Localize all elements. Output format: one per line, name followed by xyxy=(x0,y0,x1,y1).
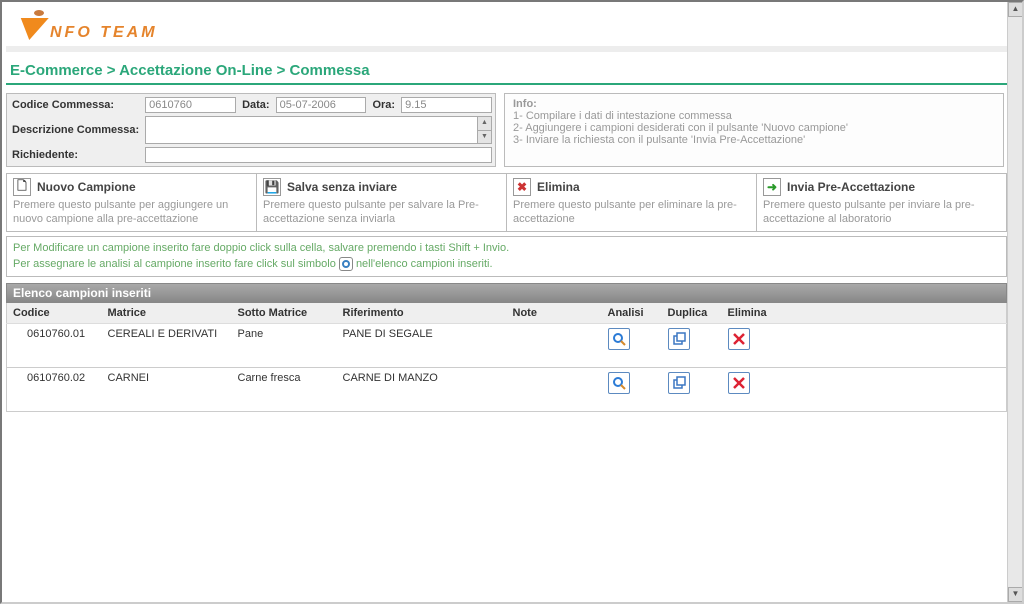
cell-rifer[interactable]: CARNE DI MANZO xyxy=(337,367,507,411)
hint-panel: Per Modificare un campione inserito fare… xyxy=(6,236,1007,277)
col-matrice: Matrice xyxy=(102,303,232,324)
richiedente-input[interactable] xyxy=(145,147,492,163)
elimina-row-icon[interactable] xyxy=(728,372,750,394)
hint-line-1: Per Modificare un campione inserito fare… xyxy=(13,242,509,254)
scroll-down-arrow[interactable]: ▼ xyxy=(1008,587,1023,602)
salva-button[interactable]: 💾Salva senza inviare Premere questo puls… xyxy=(257,174,507,231)
form-panel: Codice Commessa: Data: Ora: Descrizione … xyxy=(6,93,496,167)
table-row[interactable]: 0610760.02CARNEICarne frescaCARNE DI MAN… xyxy=(7,367,1007,411)
col-codice: Codice xyxy=(7,303,102,324)
hint-line-2b: nell'elenco campioni inseriti. xyxy=(356,258,493,270)
data-input[interactable] xyxy=(276,97,367,113)
send-icon: ➜ xyxy=(763,178,781,196)
delete-icon: ✖ xyxy=(513,178,531,196)
cell-sotto[interactable]: Carne fresca xyxy=(232,367,337,411)
list-header: Elenco campioni inseriti xyxy=(6,283,1007,303)
duplica-icon[interactable] xyxy=(668,372,690,394)
cell-codice[interactable]: 0610760.01 xyxy=(7,323,102,367)
cell-codice[interactable]: 0610760.02 xyxy=(7,367,102,411)
logo-text: NFO TEAM xyxy=(50,24,158,42)
cell-note[interactable] xyxy=(507,367,602,411)
codice-input[interactable] xyxy=(145,97,236,113)
invia-button[interactable]: ➜Invia Pre-Accettazione Premere questo p… xyxy=(757,174,1006,231)
cell-note[interactable] xyxy=(507,323,602,367)
duplica-icon[interactable] xyxy=(668,328,690,350)
cell-matrice[interactable]: CEREALI E DERIVATI xyxy=(102,323,232,367)
scroll-up-arrow[interactable]: ▲ xyxy=(1008,2,1023,17)
logo-bar: NFO TEAM xyxy=(6,6,1007,42)
vertical-scrollbar[interactable]: ▲ ▼ xyxy=(1007,2,1022,602)
col-elimina: Elimina xyxy=(722,303,1007,324)
breadcrumb: E-Commerce > Accettazione On-Line > Comm… xyxy=(6,52,1007,85)
elimina-button[interactable]: ✖Elimina Premere questo pulsante per eli… xyxy=(507,174,757,231)
info-panel: Info: 1- Compilare i dati di intestazion… xyxy=(504,93,1004,167)
descrizione-label: Descrizione Commessa: xyxy=(10,124,141,136)
col-analisi: Analisi xyxy=(602,303,662,324)
info-line-1: 1- Compilare i dati di intestazione comm… xyxy=(513,110,732,122)
analisi-icon[interactable] xyxy=(608,372,630,394)
textarea-scroll[interactable]: ▲▼ xyxy=(477,116,492,144)
logo-icon xyxy=(18,14,46,42)
new-icon: 🗋 xyxy=(13,178,31,196)
richiedente-label: Richiedente: xyxy=(10,149,141,161)
info-title: Info: xyxy=(513,98,537,110)
save-icon: 💾 xyxy=(263,178,281,196)
elimina-row-icon[interactable] xyxy=(728,328,750,350)
campioni-table: Codice Matrice Sotto Matrice Riferimento… xyxy=(6,303,1007,412)
analisi-icon[interactable] xyxy=(608,328,630,350)
col-rifer: Riferimento xyxy=(337,303,507,324)
ora-input[interactable] xyxy=(401,97,492,113)
table-row[interactable]: 0610760.01CEREALI E DERIVATIPanePANE DI … xyxy=(7,323,1007,367)
cell-rifer[interactable]: PANE DI SEGALE xyxy=(337,323,507,367)
analisi-hint-icon xyxy=(339,257,353,271)
info-line-2: 2- Aggiungere i campioni desiderati con … xyxy=(513,122,848,134)
ora-label: Ora: xyxy=(370,99,397,111)
codice-label: Codice Commessa: xyxy=(10,99,141,111)
descrizione-textarea[interactable] xyxy=(145,116,477,144)
data-label: Data: xyxy=(240,99,272,111)
nuovo-campione-button[interactable]: 🗋Nuovo Campione Premere questo pulsante … xyxy=(7,174,257,231)
cell-matrice[interactable]: CARNEI xyxy=(102,367,232,411)
cell-sotto[interactable]: Pane xyxy=(232,323,337,367)
info-line-3: 3- Inviare la richiesta con il pulsante … xyxy=(513,134,805,146)
col-duplica: Duplica xyxy=(662,303,722,324)
actions-bar: 🗋Nuovo Campione Premere questo pulsante … xyxy=(6,173,1007,232)
col-sotto: Sotto Matrice xyxy=(232,303,337,324)
col-note: Note xyxy=(507,303,602,324)
hint-line-2a: Per assegnare le analisi al campione ins… xyxy=(13,258,339,270)
